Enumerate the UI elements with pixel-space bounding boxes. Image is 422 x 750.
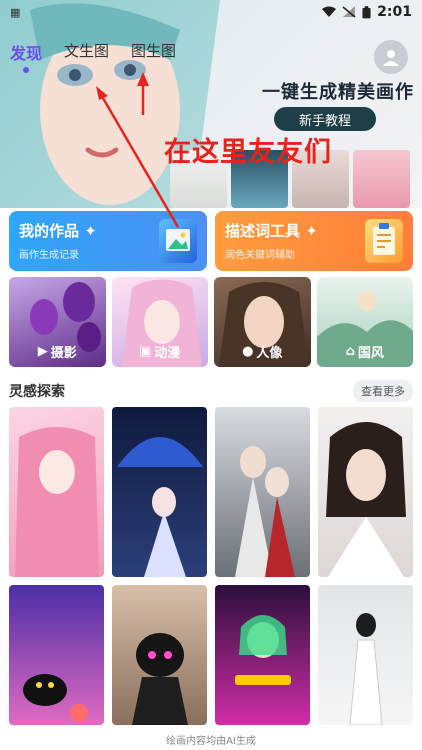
category-label: 人像: [256, 346, 283, 361]
wifi-icon: [322, 6, 337, 17]
artwork-tile[interactable]: [9, 585, 104, 725]
see-more-button[interactable]: 查看更多: [353, 380, 413, 402]
category-label: 国风: [357, 346, 384, 361]
artwork-image: [117, 437, 203, 577]
tutorial-button[interactable]: 新手教程: [274, 107, 376, 131]
image-icon: ▣: [139, 344, 152, 359]
user-avatar[interactable]: [374, 40, 408, 74]
annotation-text: 在这里友友们: [164, 137, 332, 168]
person-icon: ●: [242, 344, 254, 359]
qr-icon: ▦: [10, 5, 21, 19]
battery-icon: [362, 5, 371, 18]
prompt-tool-card[interactable]: 描述词工具 ✦ 润色关键词辅助: [215, 211, 413, 271]
gallery-icon: [159, 219, 197, 263]
app-screen: 发现 文生图 图生图 一键生成精美画作 新手教程 在这里友友们 ▦ 2:01 我…: [0, 0, 422, 750]
category-portrait[interactable]: ● 人像: [214, 277, 311, 367]
artwork-tile[interactable]: [215, 585, 310, 725]
user-icon: [383, 50, 399, 66]
section-title: 灵感探索: [9, 384, 65, 400]
artwork-tile[interactable]: [215, 407, 310, 577]
artwork-tile[interactable]: [112, 585, 207, 725]
footer-disclaimer: 绘画内容均由AI生成: [166, 736, 256, 747]
category-chinese-style[interactable]: ⌂ 国风: [316, 277, 413, 367]
artwork-image: [15, 427, 99, 577]
clock: 2:01: [377, 4, 412, 20]
category-label: 摄影: [50, 346, 77, 361]
artwork-tile[interactable]: [318, 585, 413, 725]
inspiration-grid: [9, 407, 413, 725]
artwork-image: [132, 633, 188, 725]
feature-cards: 我的作品 ✦ 画作生成记录 描述词工具 ✦ 润色关键词辅助: [9, 211, 413, 271]
artwork-tile[interactable]: [9, 407, 104, 577]
camera-icon: ▶: [37, 344, 48, 359]
signal-icon: [342, 6, 356, 18]
hero-slogan: 一键生成精美画作: [262, 82, 414, 103]
tab-image-to-image[interactable]: 图生图: [131, 40, 176, 64]
category-label: 动漫: [154, 346, 181, 361]
artwork-tile[interactable]: [112, 407, 207, 577]
artwork-image: [349, 613, 383, 725]
tab-text-to-image[interactable]: 文生图: [64, 40, 109, 64]
hero-banner[interactable]: 发现 文生图 图生图 一键生成精美画作 新手教程: [0, 0, 422, 208]
pavilion-icon: ⌂: [345, 344, 355, 359]
notepad-icon: [365, 219, 403, 263]
top-tab-bar: 发现 文生图 图生图: [10, 40, 176, 73]
status-bar: ▦ 2:01: [0, 0, 422, 24]
category-photography[interactable]: ▶ 摄影: [9, 277, 106, 367]
artwork-image: [23, 674, 88, 722]
artwork-image: [235, 615, 291, 685]
tab-discover[interactable]: 发现: [10, 40, 42, 73]
artwork-image: [326, 422, 406, 577]
inspiration-header: 灵感探索 查看更多: [9, 380, 413, 402]
category-row: ▶ 摄影 ▣ 动漫 ● 人像 ⌂ 国风: [9, 277, 413, 367]
my-works-card[interactable]: 我的作品 ✦ 画作生成记录: [9, 211, 207, 271]
active-tab-indicator: [23, 67, 29, 73]
artwork-image: [235, 446, 295, 577]
category-anime[interactable]: ▣ 动漫: [111, 277, 208, 367]
artwork-tile[interactable]: [318, 407, 413, 577]
